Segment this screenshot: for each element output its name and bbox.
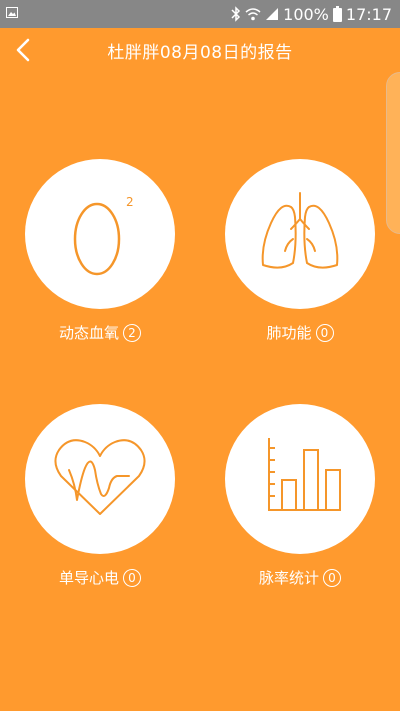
tile-label: 肺功能 xyxy=(266,324,312,342)
tile-lung-function[interactable]: 肺功能 0 xyxy=(225,159,375,343)
lungs-icon xyxy=(261,192,339,269)
signal-icon xyxy=(266,8,279,20)
edge-panel-handle[interactable] xyxy=(386,72,400,234)
tile-label-row: 肺功能 0 xyxy=(225,322,375,343)
battery-percent: 100% xyxy=(283,4,329,24)
wifi-icon xyxy=(245,8,261,21)
heart-ecg-icon xyxy=(54,439,146,515)
tile-label: 脉率统计 xyxy=(258,569,319,587)
tile-pulse-rate-stats[interactable]: 脉率统计 0 xyxy=(225,404,375,588)
battery-icon xyxy=(332,6,342,22)
bluetooth-icon xyxy=(231,6,241,22)
svg-text:2: 2 xyxy=(126,195,134,209)
clock: 17:17 xyxy=(345,4,392,24)
count-badge: 0 xyxy=(315,323,334,342)
count-badge: 0 xyxy=(323,568,341,587)
image-icon xyxy=(6,7,18,18)
tile-single-lead-ecg[interactable]: 单导心电 0 xyxy=(25,404,175,588)
tile-label-row: 单导心电 0 xyxy=(25,567,175,588)
tile-icon-circle: 2 xyxy=(25,159,175,309)
tile-label: 单导心电 xyxy=(58,569,119,587)
bar-chart-icon xyxy=(268,438,341,511)
tile-icon-circle xyxy=(225,159,375,309)
app-bar: 杜胖胖08月08日的报告 xyxy=(0,28,400,72)
tile-label: 动态血氧 xyxy=(58,324,119,342)
tile-label-row: 脉率统计 0 xyxy=(225,567,375,588)
tile-icon-circle xyxy=(25,404,175,554)
status-bar: 100% 17:17 xyxy=(0,0,400,28)
tile-label-row: 动态血氧 2 xyxy=(25,322,175,343)
o2-icon: 2 xyxy=(73,195,134,276)
tile-icon-circle xyxy=(225,404,375,554)
page-title: 杜胖胖08月08日的报告 xyxy=(107,43,293,63)
count-badge: 2 xyxy=(123,323,141,342)
count-badge: 0 xyxy=(123,568,141,587)
tile-dynamic-spo2[interactable]: 2 动态血氧 2 xyxy=(25,159,175,343)
